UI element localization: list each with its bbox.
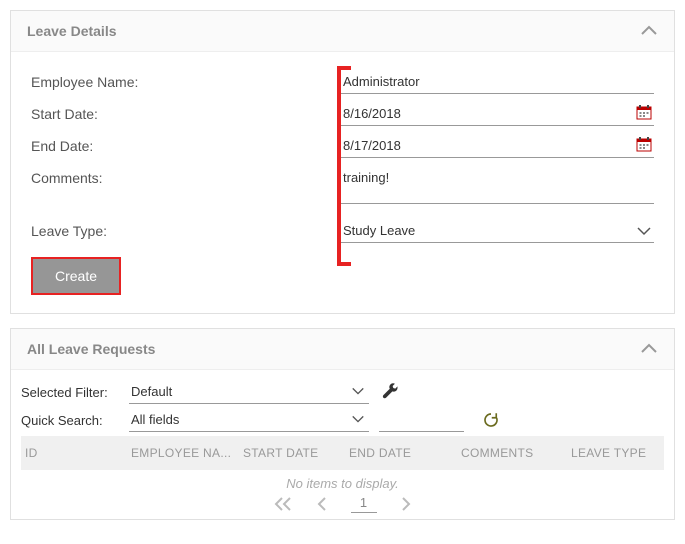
calendar-icon[interactable] [636,104,652,120]
quick-search-value: All fields [131,412,179,427]
selected-filter-value: Default [131,384,172,399]
next-page-icon[interactable] [399,496,413,512]
quick-search-field-select[interactable]: All fields [129,408,369,432]
col-employee[interactable]: EMPLOYEE NA... [131,446,243,460]
create-button[interactable]: Create [31,257,121,295]
wrench-icon[interactable] [381,383,399,401]
comments-label: Comments: [31,164,341,186]
employee-name-input[interactable] [341,68,654,94]
refresh-icon[interactable] [482,411,500,429]
prev-page-icon[interactable] [315,496,329,512]
col-type[interactable]: LEAVE TYPE [571,446,663,460]
all-requests-header[interactable]: All Leave Requests [11,329,674,370]
selected-filter-label: Selected Filter: [21,385,129,400]
leave-details-title: Leave Details [27,23,117,39]
chevron-down-icon [351,412,365,426]
page-number[interactable]: 1 [351,495,377,513]
comments-input[interactable] [341,164,654,204]
leave-type-select[interactable] [341,217,654,243]
quick-search-label: Quick Search: [21,413,129,428]
pager: 1 [21,493,664,513]
employee-name-label: Employee Name: [31,68,341,90]
col-id[interactable]: ID [23,446,131,460]
first-page-icon[interactable] [273,496,293,512]
leave-details-header[interactable]: Leave Details [11,11,674,52]
quick-search-input[interactable] [379,408,464,432]
chevron-up-icon [640,343,658,355]
all-requests-title: All Leave Requests [27,341,155,357]
chevron-down-icon[interactable] [636,223,652,239]
chevron-down-icon [351,384,365,398]
start-date-input[interactable] [341,100,654,126]
col-comments[interactable]: COMMENTS [461,446,571,460]
chevron-up-icon [640,25,658,37]
empty-message: No items to display. [21,470,664,493]
all-requests-panel: All Leave Requests Selected Filter: Defa… [10,328,675,520]
leave-type-label: Leave Type: [31,217,341,239]
leave-details-panel: Leave Details Employee Name: Start Date:… [10,10,675,314]
selected-filter-select[interactable]: Default [129,380,369,404]
table-header: ID EMPLOYEE NA... START DATE END DATE CO… [21,436,664,470]
start-date-label: Start Date: [31,100,341,122]
col-end[interactable]: END DATE [349,446,461,460]
end-date-label: End Date: [31,132,341,154]
end-date-input[interactable] [341,132,654,158]
calendar-icon[interactable] [636,136,652,152]
all-requests-body: Selected Filter: Default Quick Search: A… [11,370,674,519]
leave-details-body: Employee Name: Start Date: End Date: Com… [11,52,674,313]
col-start[interactable]: START DATE [243,446,349,460]
